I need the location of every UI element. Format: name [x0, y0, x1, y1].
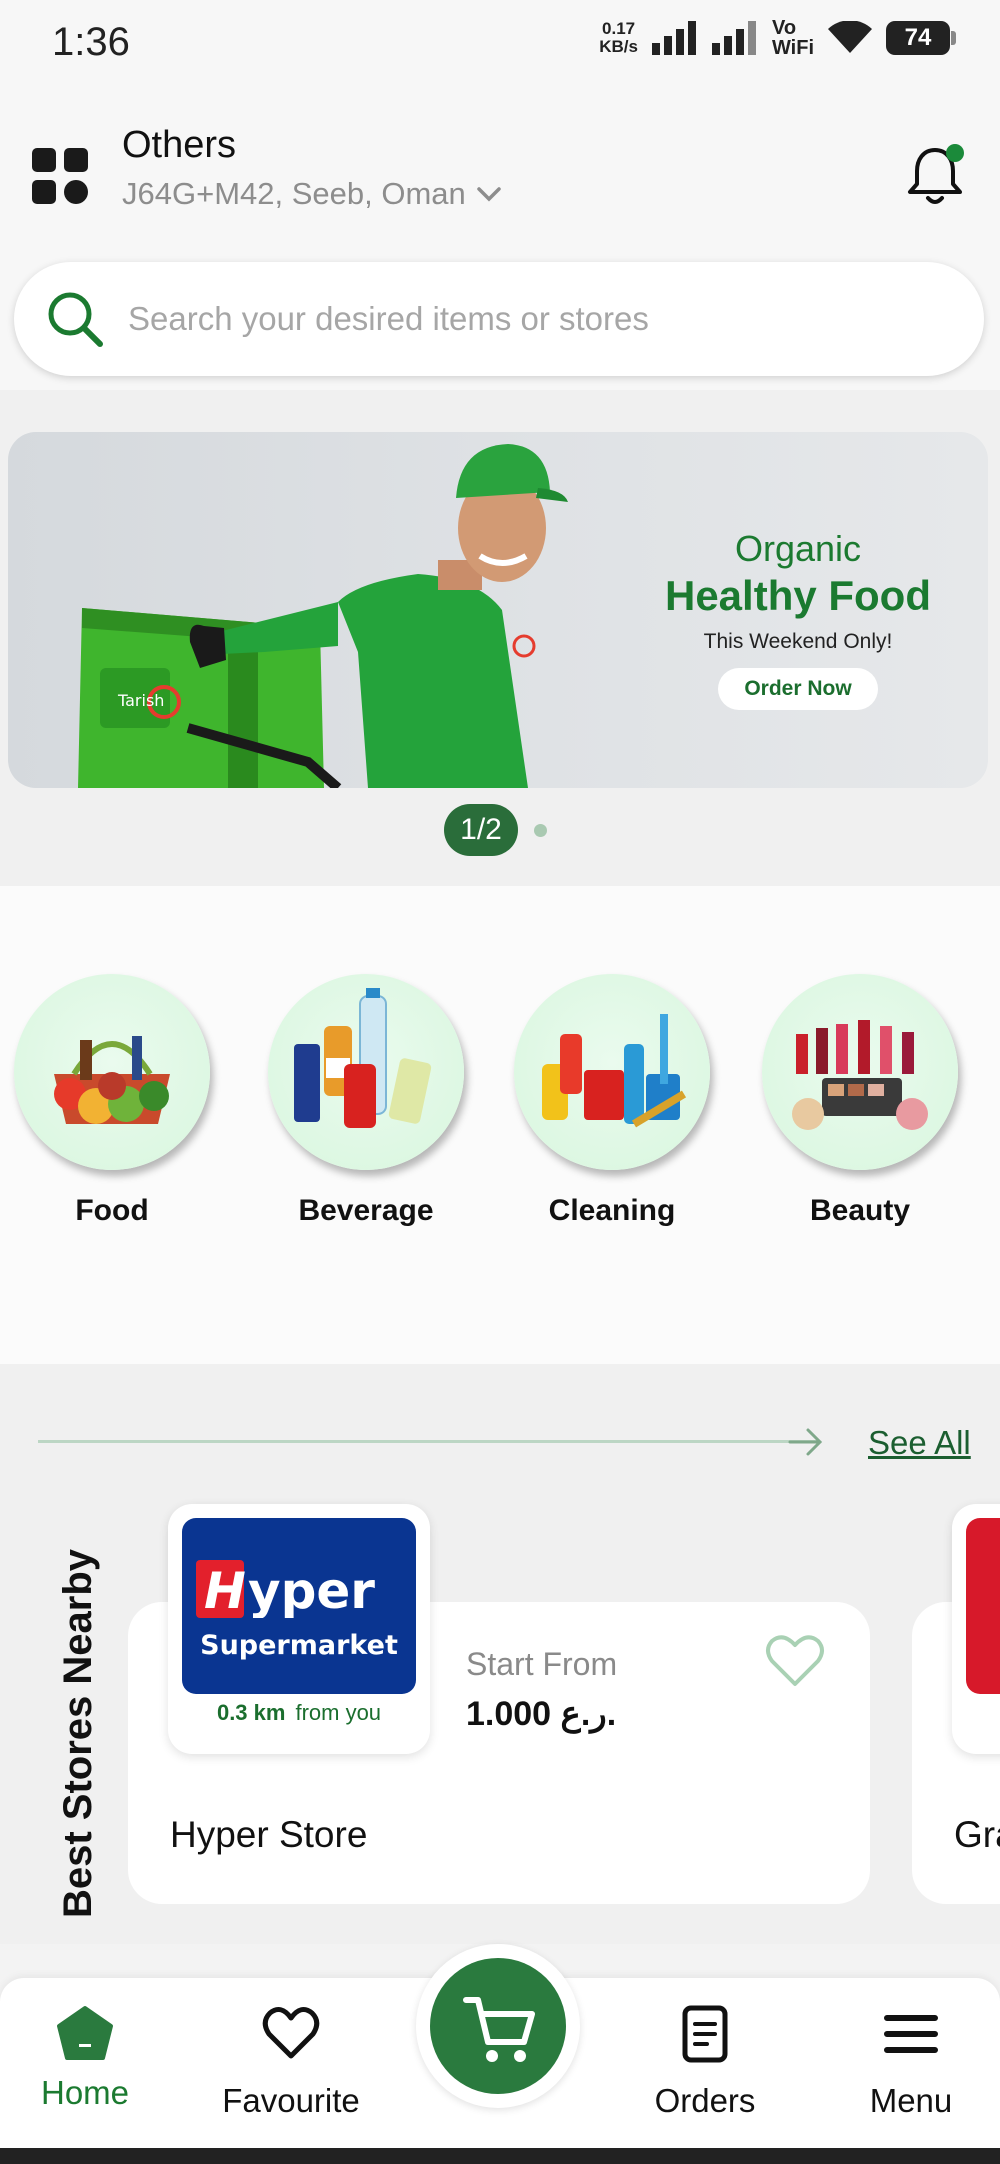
battery-indicator: 74	[886, 21, 956, 55]
category-beverage[interactable]: Beverage	[266, 974, 466, 1228]
category-label: Food	[75, 1194, 149, 1227]
cleaning-supplies-icon	[542, 1014, 687, 1128]
order-now-button[interactable]: Order Now	[718, 668, 878, 710]
category-image	[762, 974, 958, 1170]
category-label: Cleaning	[548, 1194, 676, 1227]
search-section	[0, 254, 1000, 390]
promo-banner[interactable]: Tarish Organic Healthy Food This Weekend…	[8, 432, 988, 788]
nav-menu[interactable]: Menu	[826, 1978, 996, 2148]
nav-label: Home	[40, 2074, 130, 2111]
menu-icon	[884, 2015, 938, 2053]
store-distance: 0.3 km from you	[216, 1700, 382, 1725]
store-logo	[966, 1518, 1000, 1694]
nav-label: Orders	[654, 2082, 756, 2119]
see-all-link[interactable]: See All	[868, 1424, 971, 1462]
location-selector[interactable]: J64G+M42, Seeb, Oman	[122, 176, 502, 212]
store-name: Gra	[954, 1814, 1000, 1855]
category-cleaning[interactable]: Cleaning	[512, 974, 712, 1228]
search-icon	[48, 292, 103, 347]
category-label: Beverage	[298, 1194, 434, 1227]
category-image	[268, 974, 464, 1170]
category-image	[14, 974, 210, 1170]
home-icon	[57, 2006, 113, 2060]
logo-word: yper	[248, 1562, 375, 1618]
status-icons: 0.17 KB/s Vo WiFi 74	[599, 17, 956, 59]
nav-label: Favourite	[222, 2082, 360, 2119]
vowifi-indicator: Vo WiFi	[771, 17, 814, 59]
location-address: J64G+M42, Seeb, Oman	[122, 176, 466, 211]
banner-text: Organic Healthy Food This Weekend Only! …	[648, 528, 948, 710]
food-basket-icon	[54, 1036, 170, 1124]
nav-label: Menu	[869, 2082, 953, 2119]
category-image	[514, 974, 710, 1170]
delivery-man-illustration: Tarish	[78, 444, 568, 788]
start-from-label: Start From	[466, 1646, 618, 1682]
banner-pager: 1/2	[444, 804, 547, 856]
header: Others J64G+M42, Seeb, Oman	[0, 84, 1000, 254]
network-speed: 0.17 KB/s	[599, 19, 638, 56]
app-screen: 1:36 0.17 KB/s Vo WiFi 74 Others J64G+M4…	[0, 0, 1000, 2164]
notification-dot	[946, 144, 964, 162]
promo-banner-section: Tarish Organic Healthy Food This Weekend…	[0, 390, 1000, 886]
search-input[interactable]	[128, 300, 928, 338]
cart-button-fill	[430, 1958, 566, 2094]
signal-icon	[651, 21, 696, 55]
store-logo: H yper Supermarket	[182, 1518, 416, 1694]
category-beauty[interactable]: Beauty	[760, 974, 960, 1228]
signal-icon-2	[711, 21, 756, 55]
store-logo-card: H yper Supermarket 0.3 km from you	[168, 1504, 430, 1754]
hyper-logo-mark: H yper	[196, 1560, 375, 1618]
status-bar: 1:36 0.17 KB/s Vo WiFi 74	[0, 0, 1000, 84]
bag-brand-text: Tarish	[117, 691, 164, 710]
favourite-heart-icon[interactable]	[764, 1632, 826, 1690]
section-title: Best Stores Nearby	[56, 1548, 100, 1918]
banner-subline: This Weekend Only!	[703, 630, 893, 653]
logo-letter: H	[204, 1562, 246, 1618]
wifi-icon	[828, 21, 872, 53]
banner-line1: Organic	[734, 528, 862, 569]
category-label: Beauty	[809, 1194, 911, 1227]
banner-headline: Healthy Food	[664, 572, 931, 619]
page-dot[interactable]	[534, 823, 547, 837]
store-logo-card	[952, 1504, 1000, 1754]
heart-icon	[262, 2006, 320, 2059]
chevron-down-icon	[477, 187, 501, 202]
beverage-bottles-icon	[294, 988, 432, 1128]
category-food[interactable]: Food	[12, 974, 212, 1228]
section-divider	[38, 1440, 818, 1443]
status-time: 1:36	[52, 20, 130, 64]
search-bar[interactable]	[14, 262, 984, 376]
nav-home[interactable]: Home	[0, 1978, 170, 2148]
cart-button[interactable]	[416, 1944, 580, 2108]
nav-favourite[interactable]: Favourite	[206, 1978, 376, 2148]
notification-bell-icon[interactable]	[904, 142, 966, 208]
system-nav-bar	[0, 2148, 1000, 2164]
store-name: Hyper Store	[170, 1814, 368, 1855]
orders-icon	[682, 2005, 728, 2063]
logo-supermarket-text: Supermarket	[200, 1630, 398, 1661]
arrow-right-icon	[788, 1428, 823, 1456]
page-indicator: 1/2	[444, 804, 518, 856]
location-title[interactable]: Others	[122, 124, 236, 167]
store-price: 1.000 ر.ع.	[466, 1695, 617, 1733]
best-stores-section: See All Best Stores Nearby H yper Superm…	[0, 1364, 1000, 1944]
categories-grid-icon[interactable]	[32, 148, 88, 204]
cosmetics-icon	[792, 1020, 928, 1130]
cart-icon	[463, 1997, 535, 2062]
nav-orders[interactable]: Orders	[620, 1978, 790, 2148]
categories-section: Food Beverage Cleaning Beauty	[0, 886, 1000, 1364]
